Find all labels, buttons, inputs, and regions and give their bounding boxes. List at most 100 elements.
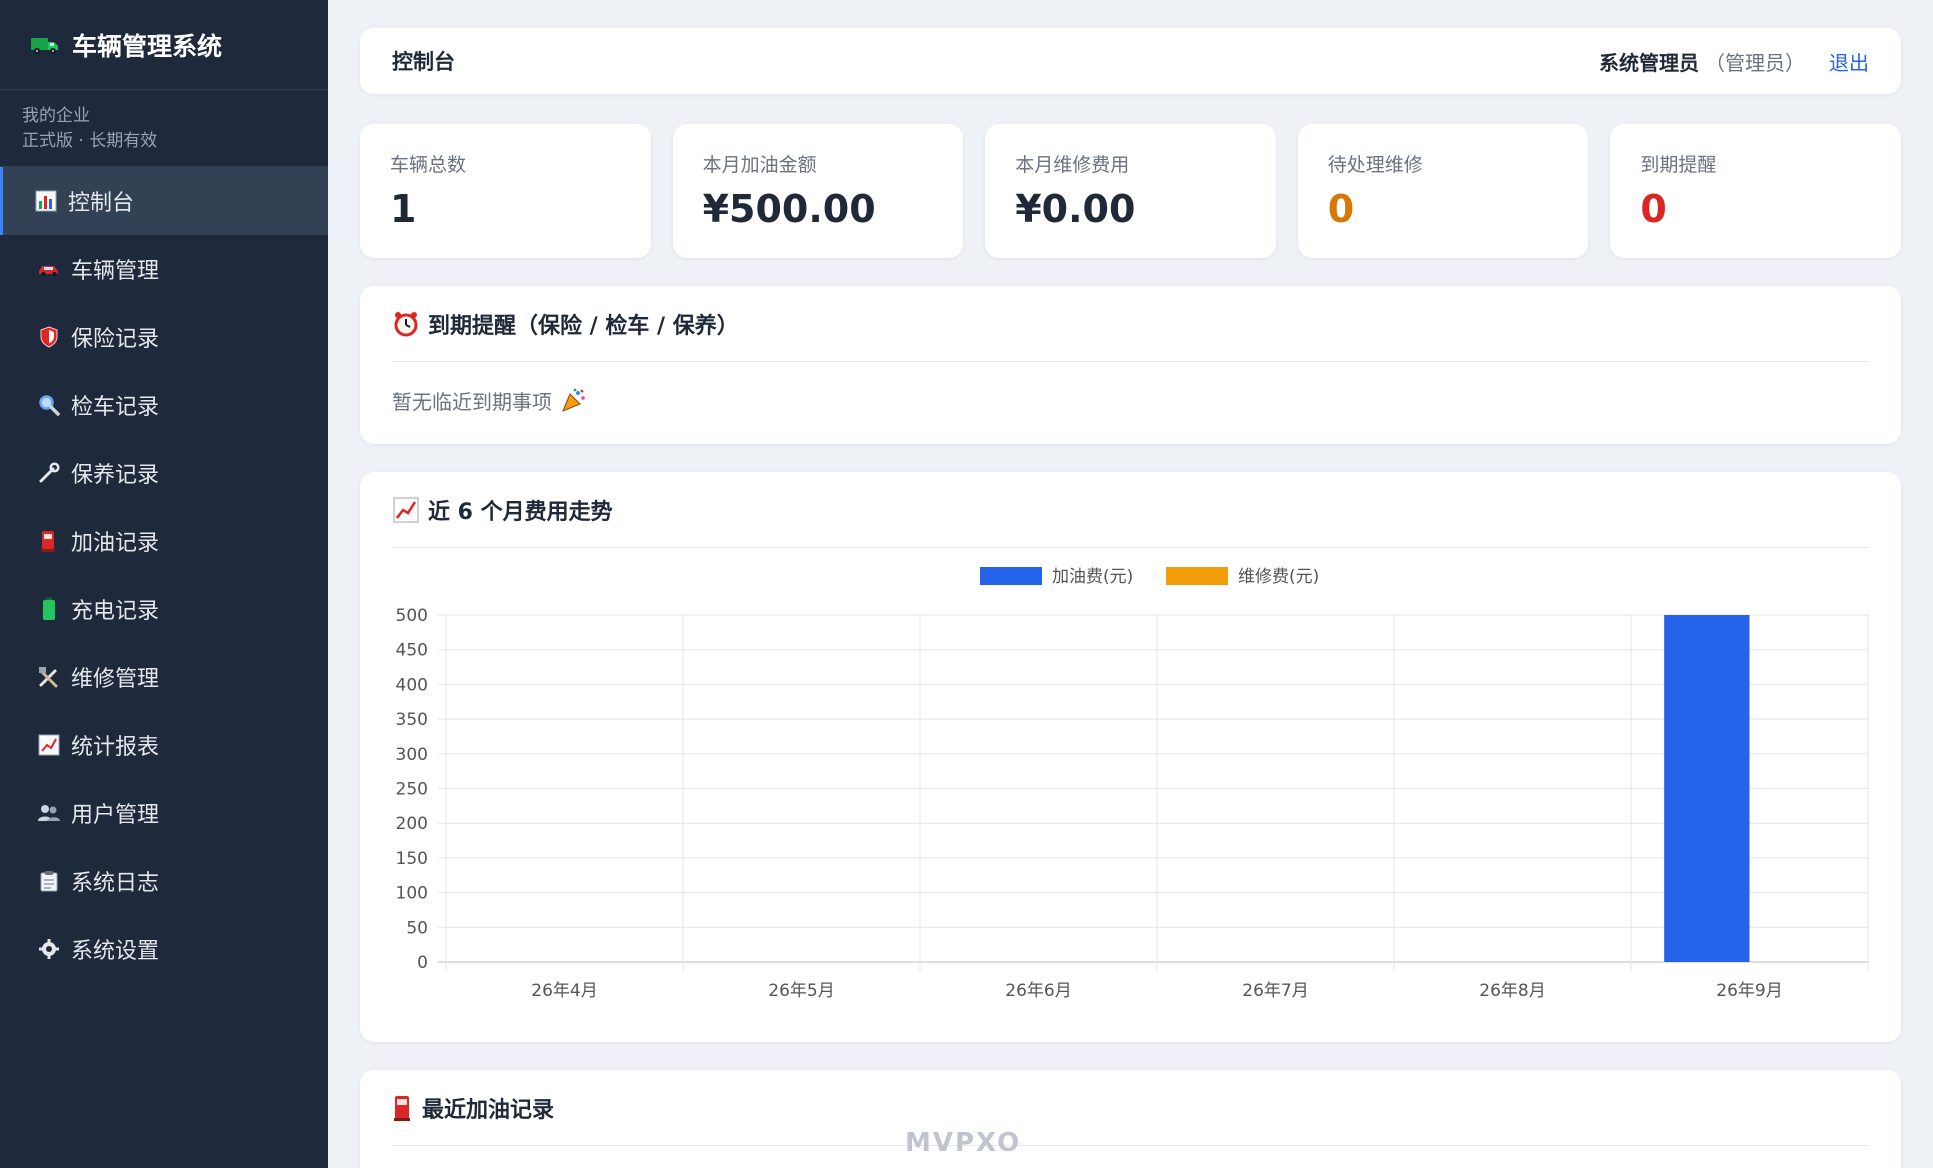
stat-value: ¥500.00 [702,187,876,231]
y-tick-label: 300 [396,745,428,765]
sidebar-item-label: 维修管理 [71,667,160,692]
stat-label: 本月加油金额 [702,154,817,176]
line-chart-icon [37,733,61,757]
sidebar-item-label: 充电记录 [71,599,160,624]
sidebar-item-logs[interactable]: 系统日志 [0,847,328,915]
user-role: （管理员） [1705,50,1805,75]
sidebar-item-maintenance[interactable]: 保养记录 [0,439,328,507]
sidebar: 车辆管理系统 我的企业 正式版 · 长期有效 控制台 车辆管理 保险记录 检车记… [0,0,328,1168]
y-tick-label: 250 [396,780,428,800]
gear-icon [37,937,61,961]
empty-state: 暂无临近到期事项 [392,362,1869,415]
x-tick-label: 26年9月 [1716,981,1782,1001]
fuel-pump-icon [37,529,61,553]
x-tick-label: 26年6月 [1005,981,1071,1001]
sidebar-item-label: 保险记录 [71,327,160,352]
sidebar-item-settings[interactable]: 系统设置 [0,915,328,983]
car-icon [37,257,61,281]
stat-value: 0 [1327,187,1355,231]
sidebar-item-label: 用户管理 [71,803,160,828]
panel-title: 最近加油记录 [422,1097,555,1123]
sidebar-item-repair[interactable]: 维修管理 [0,643,328,711]
sidebar-item-label: 车辆管理 [71,259,160,284]
panel-header: 近 6 个月费用走势 [392,472,1869,548]
y-tick-label: 350 [396,710,428,730]
stat-label: 本月维修费用 [1015,154,1130,176]
sidebar-item-charging[interactable]: 充电记录 [0,575,328,643]
sidebar-item-label: 系统设置 [71,939,160,964]
page-title: 控制台 [392,50,455,74]
y-tick-label: 150 [396,849,428,869]
top-bar: 控制台 系统管理员 （管理员） 退出 [360,28,1901,94]
y-tick-label: 0 [417,953,428,973]
sidebar-item-fuel[interactable]: 加油记录 [0,507,328,575]
cost-trend-chart: 0 50 100 150 200 250 300 350 400 450 500 26年4月 26年5月… [396,567,1869,1001]
expiry-reminder-panel: 到期提醒（保险 / 检车 / 保养） 暂无临近到期事项 [360,286,1901,444]
legend-swatch [980,567,1042,585]
app-root: 车辆管理系统 我的企业 正式版 · 长期有效 控制台 车辆管理 保险记录 检车记… [0,0,1933,1168]
stat-card-fuel-amount: 本月加油金额 ¥500.00 [672,124,964,258]
panel-title: 近 6 个月费用走势 [428,499,613,525]
cost-trend-panel: 近 6 个月费用走势 0 50 100 150 200 250 300 350 400 450 50… [360,472,1901,1042]
y-tick-label: 50 [406,918,428,938]
sidebar-item-users[interactable]: 用户管理 [0,779,328,847]
x-tick-label: 26年4月 [531,981,597,1001]
license-status: 正式版 · 长期有效 [22,131,158,151]
legend-label: 维修费(元) [1238,567,1319,587]
sidebar-nav: 控制台 车辆管理 保险记录 检车记录 保养记录 加油记录 充电记录 维修管理 统… [0,167,328,983]
y-tick-label: 400 [396,675,428,695]
chart-container: 0 50 100 150 200 250 300 350 400 450 500 26年4月 26年5月… [392,548,1869,1042]
stat-label: 车辆总数 [390,154,467,176]
sidebar-item-label: 统计报表 [71,735,160,760]
stat-value: 0 [1640,187,1667,231]
empty-text: 暂无临近到期事项 [392,390,552,414]
app-title: 车辆管理系统 [72,31,223,61]
y-tick-label: 450 [396,641,428,661]
stat-card-repair-cost: 本月维修费用 ¥0.00 [985,124,1276,258]
sidebar-item-label: 系统日志 [71,871,160,896]
logout-link[interactable]: 退出 [1829,47,1869,76]
y-tick-label: 100 [396,884,428,904]
legend-swatch [1166,567,1228,585]
truck-icon [30,34,60,56]
sidebar-item-label: 检车记录 [71,395,160,420]
x-tick-label: 26年5月 [768,981,834,1001]
clipboard-icon [37,869,61,893]
user-info: 系统管理员 （管理员） 退出 [1599,47,1869,76]
sidebar-item-vehicles[interactable]: 车辆管理 [0,235,328,303]
sidebar-item-inspection[interactable]: 检车记录 [0,371,328,439]
party-popper-icon [560,387,586,414]
stat-label: 待处理维修 [1327,154,1423,176]
company-info: 我的企业 正式版 · 长期有效 [0,90,328,167]
fuel-pump-icon [392,1094,414,1122]
username: 系统管理员 [1599,50,1699,75]
wrench-icon [37,461,61,485]
y-tick-label: 500 [396,606,428,626]
x-tick-label: 26年7月 [1242,981,1308,1001]
stat-value: 1 [390,187,417,231]
x-tick-label: 26年8月 [1479,981,1545,1001]
panel-title: 到期提醒（保险 / 检车 / 保养） [428,313,739,339]
stat-value: ¥0.00 [1015,187,1136,231]
sidebar-item-label: 保养记录 [71,463,160,488]
sidebar-item-label: 加油记录 [71,531,160,556]
recent-fuel-panel: 最近加油记录 [360,1070,1901,1168]
battery-icon [37,597,61,621]
tools-icon [37,665,61,689]
panel-header: 最近加油记录 [392,1070,1869,1146]
magnifier-icon [37,393,61,417]
legend-label: 加油费(元) [1052,567,1133,587]
brand[interactable]: 车辆管理系统 [0,0,328,90]
panel-header: 到期提醒（保险 / 检车 / 保养） [392,286,1869,362]
y-tick-label: 200 [396,814,428,834]
sidebar-item-dashboard[interactable]: 控制台 [0,167,328,235]
bar-chart-icon [34,189,58,213]
stat-card-pending-repair: 待处理维修 0 [1297,124,1589,258]
stat-card-vehicles: 车辆总数 1 [360,124,651,258]
sidebar-item-reports[interactable]: 统计报表 [0,711,328,779]
company-name: 我的企业 [22,106,90,126]
bar-fuel [1664,615,1750,962]
shield-icon [37,325,61,349]
users-icon [37,801,61,825]
sidebar-item-insurance[interactable]: 保险记录 [0,303,328,371]
